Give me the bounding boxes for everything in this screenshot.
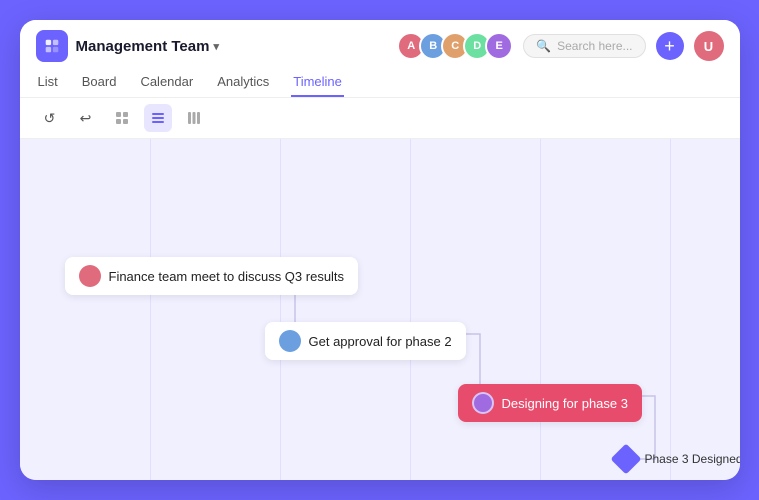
task-card-designing[interactable]: Designing for phase 3 bbox=[458, 384, 642, 422]
milestone-label: Phase 3 Designed bbox=[645, 452, 740, 466]
col-line bbox=[280, 139, 281, 480]
tab-board[interactable]: Board bbox=[80, 68, 119, 97]
app-container: Management Team ▾ A B C D E 🔍 Search her… bbox=[20, 20, 740, 480]
search-box[interactable]: 🔍 Search here... bbox=[523, 34, 645, 58]
chevron-down-icon: ▾ bbox=[213, 40, 219, 53]
task-label: Designing for phase 3 bbox=[502, 396, 628, 411]
nav-tabs: List Board Calendar Analytics Timeline bbox=[36, 68, 724, 97]
header-top: Management Team ▾ A B C D E 🔍 Search her… bbox=[36, 20, 724, 68]
tab-list[interactable]: List bbox=[36, 68, 60, 97]
col-line bbox=[540, 139, 541, 480]
timeline-canvas: Finance team meet to discuss Q3 results … bbox=[20, 139, 740, 480]
task-avatar bbox=[279, 330, 301, 352]
user-avatars: A B C D E bbox=[397, 32, 513, 60]
team-name-text: Management Team bbox=[76, 38, 210, 55]
task-label: Get approval for phase 2 bbox=[309, 334, 452, 349]
logo-area: Management Team ▾ bbox=[36, 30, 219, 62]
milestone-phase3: Phase 3 Designed bbox=[615, 448, 637, 470]
task-label: Finance team meet to discuss Q3 results bbox=[109, 269, 345, 284]
undo-button[interactable]: ↩ bbox=[72, 104, 100, 132]
logo-icon bbox=[36, 30, 68, 62]
search-placeholder: Search here... bbox=[557, 39, 632, 53]
search-icon: 🔍 bbox=[536, 39, 551, 53]
task-avatar bbox=[79, 265, 101, 287]
header: Management Team ▾ A B C D E 🔍 Search her… bbox=[20, 20, 740, 98]
col-line bbox=[670, 139, 671, 480]
current-user-avatar[interactable]: U bbox=[694, 31, 724, 61]
team-name[interactable]: Management Team ▾ bbox=[76, 38, 219, 55]
task-card-finance[interactable]: Finance team meet to discuss Q3 results bbox=[65, 257, 359, 295]
toolbar: ↺ ↩ bbox=[20, 98, 740, 139]
list-view-button[interactable] bbox=[144, 104, 172, 132]
connectors-svg bbox=[20, 139, 740, 480]
header-right: A B C D E 🔍 Search here... + U bbox=[397, 31, 723, 61]
refresh-button[interactable]: ↺ bbox=[36, 104, 64, 132]
task-avatar bbox=[472, 392, 494, 414]
tab-timeline[interactable]: Timeline bbox=[291, 68, 344, 97]
add-button[interactable]: + bbox=[656, 32, 684, 60]
col-line bbox=[410, 139, 411, 480]
tab-analytics[interactable]: Analytics bbox=[215, 68, 271, 97]
diamond-icon bbox=[610, 443, 641, 474]
avatar: E bbox=[485, 32, 513, 60]
grid-button[interactable] bbox=[108, 104, 136, 132]
columns-button[interactable] bbox=[180, 104, 208, 132]
tab-calendar[interactable]: Calendar bbox=[138, 68, 195, 97]
task-card-approval[interactable]: Get approval for phase 2 bbox=[265, 322, 466, 360]
col-line bbox=[150, 139, 151, 480]
